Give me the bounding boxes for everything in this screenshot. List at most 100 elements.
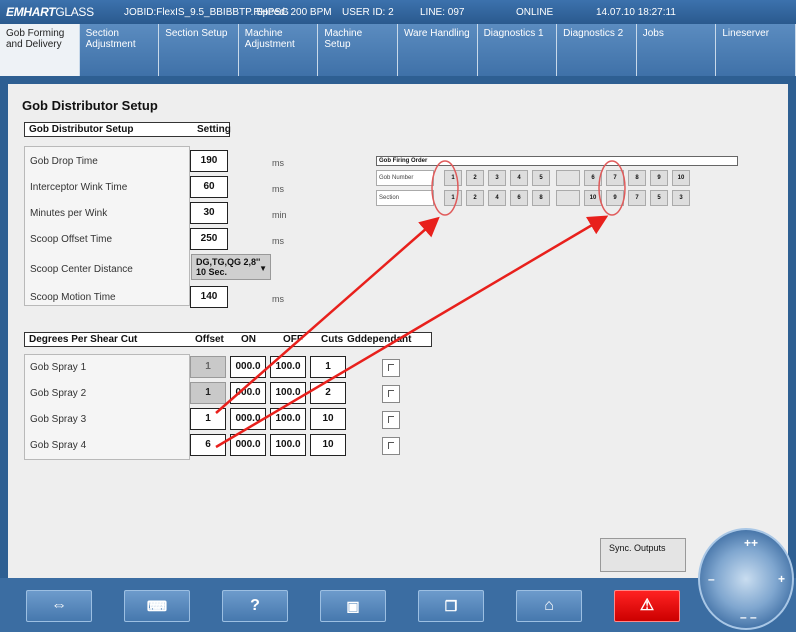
- section-cell[interactable]: 3: [672, 190, 690, 206]
- gob-number-cell[interactable]: 9: [650, 170, 668, 186]
- logo-thin: GLASS: [55, 5, 94, 19]
- scoop-motion-field[interactable]: 140: [190, 286, 228, 308]
- firing-order-gap: [556, 170, 580, 186]
- interceptor-wink-label: Interceptor Wink Time: [30, 182, 128, 193]
- section-cell[interactable]: 10: [584, 190, 602, 206]
- gob-spray-1-on[interactable]: 000.0: [230, 356, 266, 378]
- navigation-dial[interactable]: ++ + – – –: [698, 528, 794, 630]
- off-col-header: OFF: [283, 334, 303, 345]
- scoop-center-value: DG,TG,QG 2,8'' 10 Sec.: [196, 257, 261, 277]
- gob-spray-3-off[interactable]: 100.0: [270, 408, 306, 430]
- gob-spray-3-on[interactable]: 000.0: [230, 408, 266, 430]
- firing-order-table: Gob Firing Order Gob Number Section 1 2 …: [376, 156, 746, 212]
- gob-spray-2-cuts[interactable]: 2: [310, 382, 346, 404]
- tab-diagnostics-2[interactable]: Diagnostics 2: [557, 24, 637, 76]
- section-cell[interactable]: 6: [510, 190, 528, 206]
- section-label: Section: [376, 190, 434, 206]
- tab-machine-setup[interactable]: Machine Setup: [318, 24, 398, 76]
- tab-ware-handling[interactable]: Ware Handling: [397, 24, 478, 76]
- help-button[interactable]: ?: [222, 590, 288, 622]
- scoop-offset-unit: ms: [272, 236, 284, 246]
- line: LINE: 097: [420, 6, 465, 18]
- camera-icon: ▣: [346, 598, 360, 614]
- section-cell[interactable]: 4: [488, 190, 506, 206]
- setting-header: Setting: [197, 124, 231, 135]
- section-cell[interactable]: 1: [444, 190, 462, 206]
- gob-spray-3-cuts[interactable]: 10: [310, 408, 346, 430]
- alarm-button[interactable]: ⚠: [614, 590, 680, 622]
- speed: Speed: 200 BPM: [256, 6, 332, 18]
- section-cell[interactable]: 9: [606, 190, 624, 206]
- section-cell[interactable]: 7: [628, 190, 646, 206]
- firing-order-gap: [556, 190, 580, 206]
- gob-spray-1-label: Gob Spray 1: [30, 362, 87, 373]
- tab-machine-adjustment[interactable]: Machine Adjustment: [238, 24, 319, 76]
- dial-minus-left: –: [708, 572, 715, 586]
- user-id: USER ID: 2: [342, 6, 394, 18]
- tab-lineserver[interactable]: Lineserver: [716, 24, 796, 76]
- gob-spray-4-offset[interactable]: 6: [190, 434, 226, 456]
- gob-drop-time-label: Gob Drop Time: [30, 156, 98, 167]
- scoop-offset-field[interactable]: 250: [190, 228, 228, 250]
- back-forward-icon: ⇔: [51, 597, 67, 614]
- copy-icon: ❐: [444, 598, 458, 614]
- tab-jobs[interactable]: Jobs: [636, 24, 717, 76]
- page-title: Gob Distributor Setup: [22, 98, 158, 113]
- home-button[interactable]: ⌂: [516, 590, 582, 622]
- cuts-col-header: Cuts: [321, 334, 344, 345]
- gob-spray-1-off[interactable]: 100.0: [270, 356, 306, 378]
- gob-spray-2-checkbox[interactable]: [382, 385, 400, 403]
- section-cell[interactable]: 8: [532, 190, 550, 206]
- gob-spray-3-offset[interactable]: 1: [190, 408, 226, 430]
- gob-spray-4-on[interactable]: 000.0: [230, 434, 266, 456]
- logo: EMHARTGLASS: [6, 5, 124, 19]
- gob-spray-4-cuts[interactable]: 10: [310, 434, 346, 456]
- setup-label-box: [24, 146, 190, 306]
- firing-order-title: Gob Firing Order: [376, 156, 738, 166]
- tab-diagnostics-1[interactable]: Diagnostics 1: [477, 24, 558, 76]
- tab-gob-forming[interactable]: Gob Forming and Delivery: [0, 24, 80, 76]
- section-cell[interactable]: 2: [466, 190, 484, 206]
- tab-section-adjustment[interactable]: Section Adjustment: [79, 24, 160, 76]
- gob-spray-2-on[interactable]: 000.0: [230, 382, 266, 404]
- gob-number-label: Gob Number: [376, 170, 434, 186]
- sync-outputs-button[interactable]: Sync. Outputs: [600, 538, 686, 572]
- help-icon: ?: [250, 597, 260, 614]
- gob-spray-1-cuts[interactable]: 1: [310, 356, 346, 378]
- gob-number-cell[interactable]: 6: [584, 170, 602, 186]
- scoop-center-dropdown[interactable]: DG,TG,QG 2,8'' 10 Sec. ▼: [191, 254, 271, 280]
- gob-spray-3-checkbox[interactable]: [382, 411, 400, 429]
- gob-number-cell[interactable]: 2: [466, 170, 484, 186]
- gob-spray-4-off[interactable]: 100.0: [270, 434, 306, 456]
- gob-spray-2-off[interactable]: 100.0: [270, 382, 306, 404]
- gob-spray-1-checkbox[interactable]: [382, 359, 400, 377]
- minutes-per-wink-field[interactable]: 30: [190, 202, 228, 224]
- gob-spray-2-offset[interactable]: 1: [190, 382, 226, 404]
- keyboard-button[interactable]: ⌨: [124, 590, 190, 622]
- status-bar: EMHARTGLASS JOBID:FlexIS_9.5_BBIBBTP.RHP…: [0, 0, 796, 24]
- gob-drop-time-field[interactable]: 190: [190, 150, 228, 172]
- job-id: JOBID:FlexIS_9.5_BBIBBTP.RHPSG: [124, 6, 289, 18]
- dependant-col-header: Gddependant: [347, 334, 412, 345]
- gob-number-cell[interactable]: 8: [628, 170, 646, 186]
- scoop-motion-unit: ms: [272, 294, 284, 304]
- section-cell[interactable]: 5: [650, 190, 668, 206]
- interceptor-wink-field[interactable]: 60: [190, 176, 228, 198]
- gob-spray-4-checkbox[interactable]: [382, 437, 400, 455]
- home-icon: ⌂: [544, 597, 554, 614]
- back-forward-button[interactable]: ⇔: [26, 590, 92, 622]
- gob-number-cell[interactable]: 3: [488, 170, 506, 186]
- gob-spray-1-offset[interactable]: 1: [190, 356, 226, 378]
- copy-button[interactable]: ❐: [418, 590, 484, 622]
- gob-number-cell[interactable]: 5: [532, 170, 550, 186]
- online-status: ONLINE: [516, 6, 554, 18]
- tab-section-setup[interactable]: Section Setup: [159, 24, 239, 76]
- scoop-motion-label: Scoop Motion Time: [30, 292, 116, 303]
- camera-button[interactable]: ▣: [320, 590, 386, 622]
- gob-number-cell[interactable]: 4: [510, 170, 528, 186]
- keyboard-icon: ⌨: [146, 598, 168, 614]
- gob-number-cell[interactable]: 10: [672, 170, 690, 186]
- gob-number-cell[interactable]: 1: [444, 170, 462, 186]
- gob-number-cell[interactable]: 7: [606, 170, 624, 186]
- gob-spray-4-label: Gob Spray 4: [30, 440, 87, 451]
